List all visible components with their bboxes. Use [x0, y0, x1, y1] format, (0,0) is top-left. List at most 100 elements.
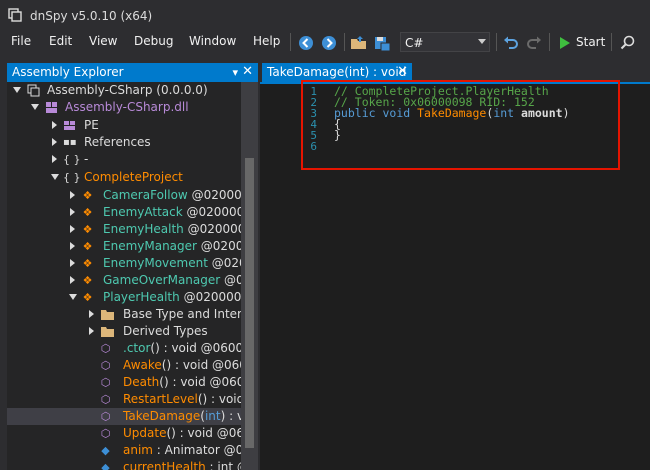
menu-help[interactable]: Help [253, 34, 280, 48]
tree-item-method[interactable]: ⬡ Awake() : void @06000 [7, 357, 241, 374]
undo-icon[interactable] [502, 34, 520, 52]
tree-item-class[interactable]: ❖ EnemyMovement @020000 [7, 255, 241, 272]
tree-item-class[interactable]: ❖ EnemyHealth @0200000E [7, 221, 241, 238]
app-icon [8, 8, 22, 22]
menu-window[interactable]: Window [189, 34, 236, 48]
tree-item-class[interactable]: ❖ CameraFollow @0200000C [7, 187, 241, 204]
method-name: Awake [123, 358, 162, 372]
expander-icon[interactable] [70, 191, 75, 199]
expander-icon[interactable] [13, 87, 21, 93]
toolbar-separator [290, 33, 291, 51]
tree-item-assembly[interactable]: Assembly-CSharp (0.0.0.0) [7, 82, 241, 99]
expander-icon[interactable] [52, 121, 57, 129]
class-icon: ❖ [82, 206, 93, 219]
toolbar-separator [549, 33, 550, 51]
class-icon: ❖ [82, 189, 93, 202]
tree-item-class[interactable]: ❖ EnemyManager @0200001 [7, 238, 241, 255]
method-name: TakeDamage [123, 409, 201, 423]
tree-item-method[interactable]: ⬡ RestartLevel() : void @0 [7, 391, 241, 408]
expander-icon[interactable] [52, 155, 57, 163]
expander-icon[interactable] [89, 310, 94, 318]
assembly-icon [27, 84, 40, 97]
token: @020000 [211, 256, 241, 270]
search-icon[interactable] [619, 34, 637, 52]
forward-icon[interactable] [320, 34, 338, 52]
private-method-icon: ⬡ [100, 427, 111, 440]
class-icon: ❖ [82, 223, 93, 236]
method-signature: () : void @0600009 [150, 341, 241, 355]
window-title: dnSpy v5.0.10 (x64) [30, 9, 153, 23]
panel-title: Assembly Explorer [12, 65, 124, 79]
chevron-down-icon [478, 39, 486, 44]
close-icon[interactable]: ✕ [397, 64, 408, 79]
tree-item-field[interactable]: ◆ anim : Animator @040 [7, 442, 241, 459]
tree-item-references[interactable]: ▪▪ References [7, 134, 241, 151]
expander-icon[interactable] [51, 174, 59, 180]
expander-icon[interactable] [52, 138, 57, 146]
tree-item-class[interactable]: ❖ EnemyAttack @0200000D [7, 204, 241, 221]
field-icon: ◆ [101, 461, 110, 470]
tree-item-field[interactable]: ◆ currentHealth : int @0 [7, 459, 241, 470]
class-icon: ❖ [82, 291, 93, 304]
expander-icon[interactable] [89, 327, 94, 335]
open-icon[interactable] [350, 34, 368, 52]
method-name: Death [123, 375, 160, 389]
method-signature-close: ) : voi [220, 409, 241, 423]
tree-item-base-types[interactable]: Base Type and Interfac [7, 306, 241, 323]
menu-view[interactable]: View [89, 34, 117, 48]
tree-item-class[interactable]: ❖ GameOverManager @020 [7, 272, 241, 289]
tree-item-label: References [84, 135, 151, 149]
expander-icon[interactable] [70, 208, 75, 216]
tree-item-method[interactable]: ⬡ .ctor() : void @0600009 [7, 340, 241, 357]
private-method-icon: ⬡ [100, 376, 111, 389]
menu-file[interactable]: File [11, 34, 31, 48]
back-icon[interactable] [297, 34, 315, 52]
class-name: CameraFollow [103, 188, 188, 202]
tree-scrollbar[interactable] [241, 82, 258, 470]
tree-item-namespace-empty[interactable]: { } - [7, 151, 241, 168]
menu-debug[interactable]: Debug [134, 34, 173, 48]
tree-item-derived-types[interactable]: Derived Types [7, 323, 241, 340]
field-name: currentHealth [123, 460, 206, 470]
tree-item-method[interactable]: ⬡ Death() : void @060000 [7, 374, 241, 391]
save-icon[interactable] [373, 34, 391, 52]
expander-icon[interactable] [69, 294, 77, 300]
close-icon[interactable]: ✕ [242, 64, 253, 79]
tree-item-namespace-completeproject[interactable]: { } CompleteProject [7, 169, 241, 186]
expander-icon[interactable] [31, 104, 39, 110]
toolbar-separator [496, 33, 497, 51]
title-bar: dnSpy v5.0.10 (x64) [0, 0, 650, 30]
tree-item-method[interactable]: ⬡ Update() : void @0600 [7, 425, 241, 442]
method-param-type: int [204, 409, 221, 423]
method-signature: () : void @0600 [166, 426, 241, 440]
tree-item-label: - [84, 152, 89, 166]
class-name: GameOverManager [103, 273, 221, 287]
language-value: C# [405, 36, 424, 50]
token: @0200000E [187, 222, 241, 236]
highlight-annotation [301, 80, 620, 170]
method-icon: ⬡ [100, 342, 111, 355]
expander-icon[interactable] [70, 276, 75, 284]
method-signature: () : void @06000 [161, 358, 241, 372]
start-icon[interactable] [556, 34, 574, 52]
tree-item-label: PE [84, 118, 99, 132]
tree-item-module[interactable]: Assembly-CSharp.dll [7, 99, 241, 116]
redo-icon[interactable] [525, 34, 543, 52]
field-name: anim [123, 443, 153, 457]
expander-icon[interactable] [70, 225, 75, 233]
assembly-tree[interactable]: Assembly-CSharp (0.0.0.0) Assembly-CShar… [7, 82, 241, 470]
tree-item-pe[interactable]: PE [7, 117, 241, 134]
tree-item-class-playerhealth[interactable]: ❖ PlayerHealth @02000017 [7, 289, 241, 306]
module-icon [46, 102, 57, 113]
language-select[interactable]: C# [400, 32, 490, 52]
start-button[interactable]: Start [576, 35, 605, 49]
dropdown-icon[interactable]: ▾ [232, 66, 238, 79]
menu-edit[interactable]: Edit [49, 34, 72, 48]
expander-icon[interactable] [70, 242, 75, 250]
tree-item-method-selected[interactable]: ⬡ TakeDamage(int) : voi [7, 408, 241, 425]
class-icon: ❖ [82, 257, 93, 270]
scrollbar-thumb[interactable] [245, 158, 254, 448]
tree-item-label: Base Type and Interfac [123, 307, 241, 321]
expander-icon[interactable] [70, 259, 75, 267]
field-icon: ◆ [101, 444, 110, 457]
